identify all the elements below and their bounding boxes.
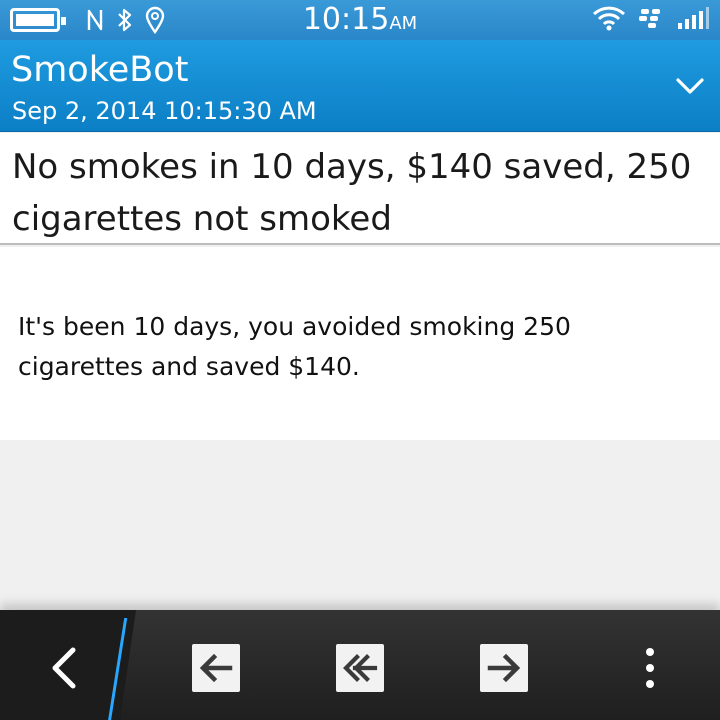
signal-icon	[676, 5, 710, 35]
reply-icon[interactable]	[192, 644, 240, 692]
message-body: It's been 10 days, you avoided smoking 2…	[0, 247, 720, 440]
message-timestamp: Sep 2, 2014 10:15:30 AM	[12, 97, 317, 125]
app-title: SmokeBot	[11, 50, 189, 90]
message-subject: No smokes in 10 days, $140 saved, 250 ci…	[0, 133, 720, 245]
bbm-icon	[638, 7, 664, 33]
action-bar	[0, 610, 720, 720]
title-bar: SmokeBot Sep 2, 2014 10:15:30 AM	[0, 40, 720, 132]
forward-icon[interactable]	[480, 644, 528, 692]
clock-time: 10:15	[302, 2, 390, 37]
reply-all-icon[interactable]	[336, 644, 384, 692]
chevron-down-icon[interactable]	[668, 64, 712, 108]
back-icon[interactable]	[38, 642, 90, 694]
status-bar: 10:15AM	[0, 0, 720, 40]
more-icon[interactable]	[630, 640, 670, 696]
clock-ampm: AM	[389, 13, 418, 34]
wifi-icon	[592, 5, 626, 35]
status-icons-right	[592, 6, 710, 34]
